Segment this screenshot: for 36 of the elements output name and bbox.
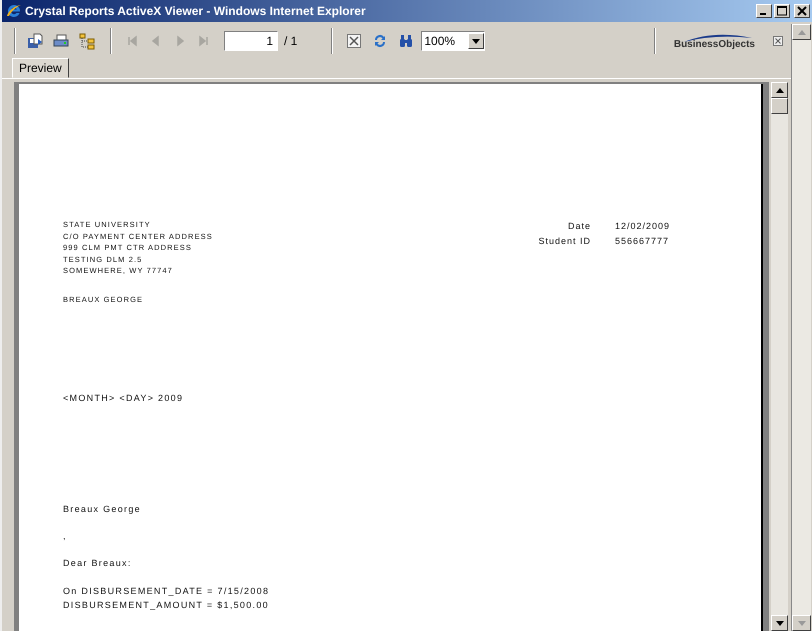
window-scrollbar[interactable]	[791, 24, 811, 631]
close-button[interactable]	[773, 36, 783, 46]
minimize-button[interactable]	[756, 4, 772, 18]
maximize-button[interactable]	[774, 4, 790, 18]
scroll-up-icon	[771, 82, 788, 98]
browser-logo-icon	[6, 3, 22, 19]
dropdown-caret-icon	[468, 33, 484, 49]
page-number-field[interactable]: 1	[224, 31, 278, 51]
comma-line: ,	[63, 530, 68, 543]
minimize-icon	[760, 13, 766, 15]
page-count: / 1	[284, 34, 298, 48]
close-icon	[797, 6, 807, 16]
arrow-bar-icon	[198, 35, 210, 47]
date-line: <MONTH> <DAY> 2009	[63, 392, 184, 405]
field-label: Student ID	[537, 235, 591, 248]
arrow-icon	[150, 35, 162, 47]
body-line: DISBURSEMENT_AMOUNT = $1,500.00	[63, 599, 270, 612]
zoom-dropdown[interactable]: 100%	[421, 31, 486, 51]
field-value: 12/02/2009	[615, 220, 672, 233]
preview-tab[interactable]: Preview	[12, 58, 69, 78]
report-scrollbar[interactable]	[771, 82, 788, 631]
tree-icon	[78, 32, 96, 50]
arrow-bar-icon	[126, 35, 138, 47]
name-line: Breaux George	[63, 503, 142, 516]
salutation: Dear Breaux:	[63, 557, 133, 570]
window-title: Crystal Reports ActiveX Viewer - Windows Internet Explorer	[25, 4, 366, 18]
export-icon	[26, 32, 44, 50]
scrollbar-thumb[interactable]	[771, 98, 788, 114]
maximize-icon	[777, 6, 787, 16]
field-value: 556667777	[615, 235, 670, 248]
logo: BusinessObjects	[674, 32, 755, 50]
stop-icon	[346, 33, 362, 49]
binoculars-icon	[398, 33, 414, 49]
close-icon	[773, 36, 783, 46]
field-label: Date	[566, 220, 591, 233]
body-line: On DISBURSEMENT_DATE = 7/15/2008	[63, 585, 270, 598]
